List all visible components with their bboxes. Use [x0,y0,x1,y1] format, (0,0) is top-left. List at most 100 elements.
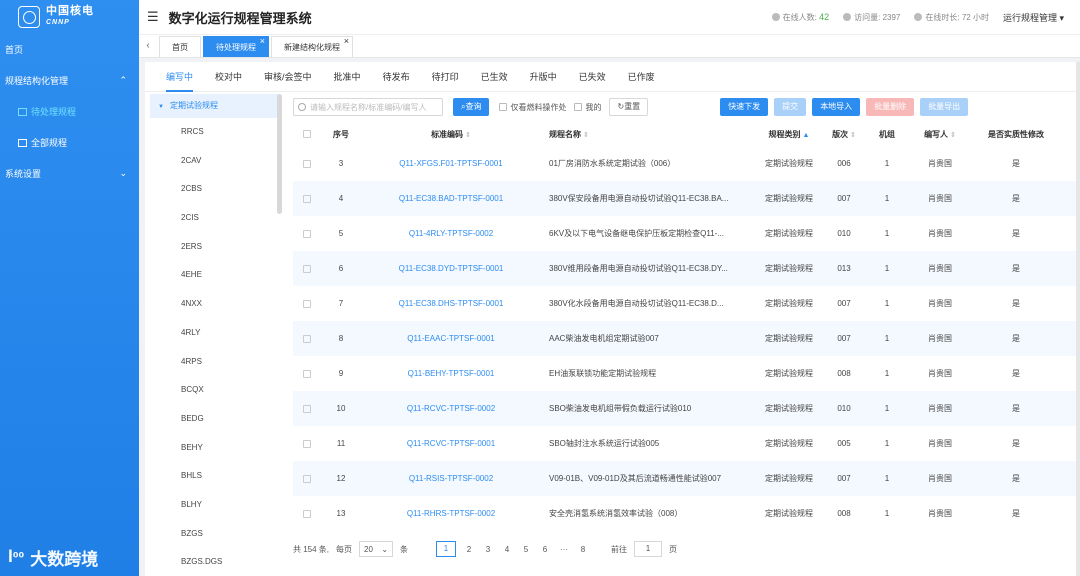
cell-code[interactable]: Q11-4RLY-TPTSF-0002 [361,229,541,238]
tree-item[interactable]: 4EHE [150,261,280,290]
tree-item[interactable]: BZGS [150,520,280,549]
page-ellipsis[interactable]: ··· [558,545,570,554]
tree-item[interactable]: BZGS.DGS [150,548,280,576]
goto-page-input[interactable]: 1 [634,541,663,557]
sidebar-item-home[interactable]: 首页 [0,34,139,65]
row-checkbox[interactable] [293,509,321,518]
tree-item[interactable]: BHLS [150,462,280,491]
page-number[interactable]: 2 [463,545,475,554]
row-checkbox[interactable] [293,194,321,203]
tree-item[interactable]: 4RLY [150,319,280,348]
tab-status[interactable]: 升版中 [530,62,557,92]
col-author[interactable]: 编写人 ⇕ [910,129,970,140]
page-number[interactable]: 4 [501,545,513,554]
page-number[interactable]: 3 [482,545,494,554]
tree-item[interactable]: 2CAV [150,147,280,176]
search-input[interactable]: 请输入规程名称/标准编码/编写人 [293,98,443,116]
row-checkbox[interactable] [293,334,321,343]
page-number[interactable]: 1 [436,541,457,557]
cell-code[interactable]: Q11-XFGS.F01-TPTSF-0001 [361,159,541,168]
row-checkbox[interactable] [293,369,321,378]
table-row[interactable]: 6 Q11-EC38.DYD-TPTSF-0001 380V维用段备用电源自动投切试… [293,251,1080,286]
row-checkbox[interactable] [293,229,321,238]
cell-code[interactable]: Q11-EC38.DYD-TPTSF-0001 [361,264,541,273]
tab-status[interactable]: 待发布 [383,62,410,92]
col-code[interactable]: 标准编码 ⇕ [361,129,541,140]
tab-status[interactable]: 已失效 [579,62,606,92]
table-row[interactable]: 10 Q11-RCVC-TPTSF-0002 SBO柴油发电机组带假负载运行试验01… [293,391,1080,426]
col-type[interactable]: 规程类别 ▲ [754,129,824,140]
table-row[interactable]: 13 Q11-RHRS-TPTSF-0002 安全壳消氢系统消氢效率试验（008） 定… [293,496,1080,531]
tree-scrollbar[interactable] [277,94,282,214]
row-checkbox[interactable] [293,264,321,273]
sidebar-item-structured[interactable]: 规程结构化管理 ⌃ [0,65,139,96]
tree-item[interactable]: BEDG [150,405,280,434]
tree-item[interactable]: BLHY [150,491,280,520]
quick-issue-button[interactable]: 快速下发 [720,98,769,116]
reset-button[interactable]: ↻ 重置 [609,98,649,116]
tab-status[interactable]: 待打印 [432,62,459,92]
tree-item[interactable]: BEHY [150,434,280,463]
tree-item[interactable]: 2ERS [150,233,280,262]
page-number[interactable]: 8 [577,545,589,554]
row-checkbox[interactable] [293,404,321,413]
sidebar-item-all[interactable]: 全部规程 [0,127,139,158]
mine-checkbox[interactable]: 我的 [574,102,601,113]
cell-code[interactable]: Q11-RSIS-TPTSF-0002 [361,474,541,483]
table-row[interactable]: 3 Q11-XFGS.F01-TPTSF-0001 01厂房消防水系统定期试验（00… [293,146,1080,181]
cell-code[interactable]: Q11-EC38.DHS-TPTSF-0001 [361,299,541,308]
table-row[interactable]: 7 Q11-EC38.DHS-TPTSF-0001 380V化水段备用电源自动投切试… [293,286,1080,321]
tree-item[interactable]: 4RPS [150,348,280,377]
row-checkbox[interactable] [293,439,321,448]
tab-new-structured[interactable]: 新建结构化规程 × [271,36,353,57]
tab-status[interactable]: 编写中 [166,62,194,92]
table-row[interactable]: 12 Q11-RSIS-TPTSF-0002 V09-01B、V09-01D及其后流… [293,461,1080,496]
cell-code[interactable]: Q11-RCVC-TPTSF-0002 [361,404,541,413]
batch-export-button[interactable]: 批量导出 [920,98,969,116]
close-icon[interactable]: × [260,31,265,52]
tab-status[interactable]: 审核/会签中 [264,62,312,92]
role-dropdown[interactable]: 运行规程管理 ▾ [1003,11,1064,24]
only-fuel-checkbox[interactable]: 仅看燃料操作处 [499,102,566,113]
table-row[interactable]: 9 Q11-BEHY-TPTSF-0001 EH油泵联锁功能定期试验规程 定期试验规程… [293,356,1080,391]
local-import-button[interactable]: 本地导入 [812,98,861,116]
tab-pending[interactable]: 待处理规程 × [203,36,269,57]
table-row[interactable]: 5 Q11-4RLY-TPTSF-0002 6KV及以下电气设备继电保护压板定期检查… [293,216,1080,251]
table-row[interactable]: 11 Q11-RCVC-TPTSF-0001 SBO轴封注水系统运行试验005 定期试… [293,426,1080,461]
page-number[interactable]: 5 [520,545,532,554]
col-version[interactable]: 版次 ⇕ [824,129,864,140]
cell-code[interactable]: Q11-BEHY-TPTSF-0001 [361,369,541,378]
cell-code[interactable]: Q11-RHRS-TPTSF-0002 [361,509,541,518]
batch-delete-button[interactable]: 批量删除 [866,98,915,116]
sidebar-item-settings[interactable]: 系统设置 ⌄ [0,158,139,189]
tab-status[interactable]: 已作废 [628,62,655,92]
sidebar-item-pending[interactable]: 待处理规程 [0,96,139,127]
tree-item[interactable]: BCQX [150,376,280,405]
col-name[interactable]: 规程名称 ⇕ [541,129,754,140]
cell-code[interactable]: Q11-RCVC-TPTSF-0001 [361,439,541,448]
page-number[interactable]: 6 [539,545,551,554]
table-row[interactable]: 8 Q11-EAAC-TPTSF-0001 AAC柴油发电机组定期试验007 定期试验… [293,321,1080,356]
tab-home[interactable]: 首页 [159,36,201,57]
submit-button[interactable]: 提交 [774,98,807,116]
menu-toggle-icon[interactable]: ☰ [147,9,159,25]
page-size-select[interactable]: 20 ⌄ [359,541,394,557]
page-scrollbar[interactable] [1076,62,1080,576]
cell-code[interactable]: Q11-EC38.BAD-TPTSF-0001 [361,194,541,203]
tree-item[interactable]: 4NXX [150,290,280,319]
query-button[interactable]: ⌕ 查询 [453,98,490,116]
table-row[interactable]: 4 Q11-EC38.BAD-TPTSF-0001 380V保安段备用电源自动投切试… [293,181,1080,216]
tab-status[interactable]: 已生效 [481,62,508,92]
tree-item[interactable]: 2CBS [150,175,280,204]
select-all-checkbox[interactable] [293,130,321,138]
tab-status[interactable]: 批准中 [334,62,361,92]
chevron-left-icon[interactable]: ‹ [139,35,157,57]
tree-item[interactable]: RRCS [150,118,280,147]
tree-root[interactable]: ▼ 定期试验规程 [150,94,280,118]
row-checkbox[interactable] [293,159,321,168]
tree-item[interactable]: 2CIS [150,204,280,233]
row-checkbox[interactable] [293,299,321,308]
cell-code[interactable]: Q11-EAAC-TPTSF-0001 [361,334,541,343]
row-checkbox[interactable] [293,474,321,483]
close-icon[interactable]: × [344,31,349,52]
